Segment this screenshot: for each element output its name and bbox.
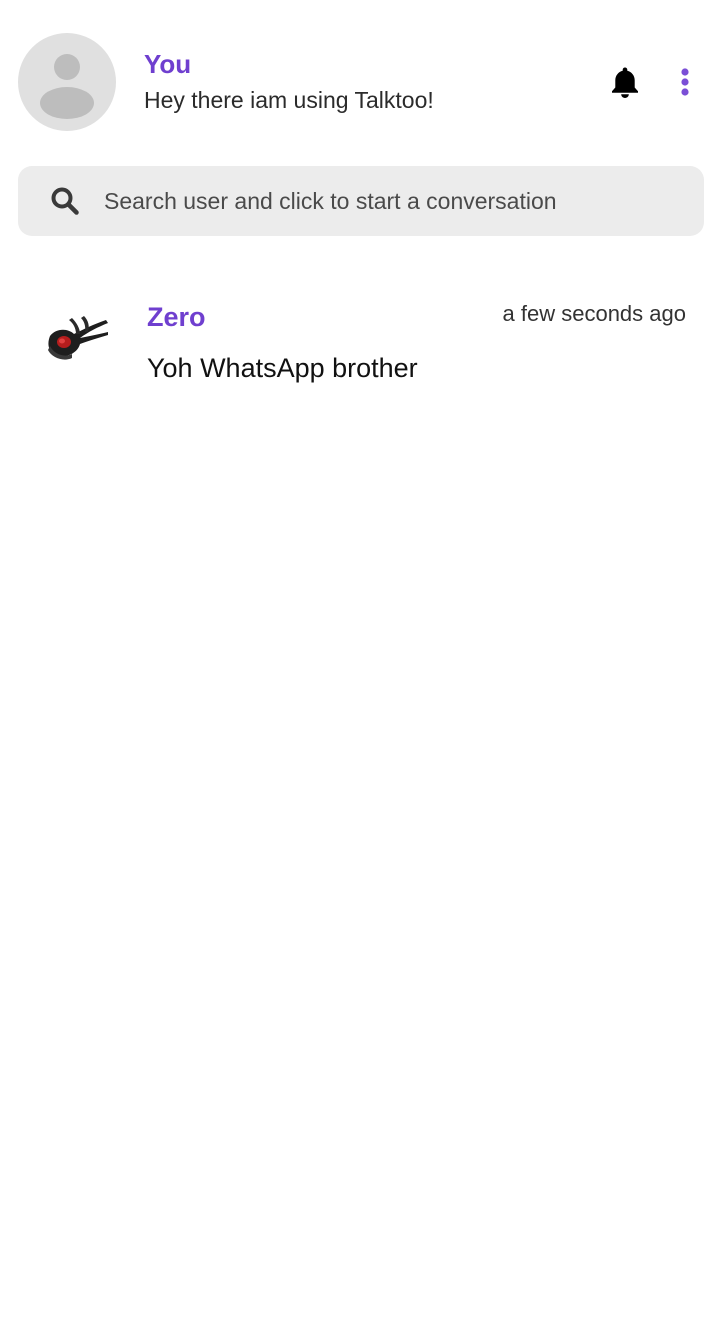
- bell-icon: [612, 67, 638, 98]
- conversation-item-zero[interactable]: Zero a few seconds ago Yoh WhatsApp brot…: [0, 270, 720, 410]
- profile-status: Hey there iam using Talktoo!: [144, 87, 434, 113]
- profile-name: You: [144, 49, 192, 79]
- search-icon: [51, 187, 79, 215]
- contact-photo-avatar: [28, 292, 124, 388]
- search-input[interactable]: [104, 180, 684, 222]
- chat-home-screen: You Hey there iam using Talktoo! Search …: [0, 0, 720, 1344]
- more-options-button[interactable]: [668, 60, 702, 104]
- last-message-preview: Yoh WhatsApp brother: [147, 353, 418, 383]
- default-user-avatar-icon: [40, 54, 94, 119]
- contact-avatar[interactable]: [28, 292, 124, 388]
- notifications-button[interactable]: [603, 60, 647, 104]
- more-vertical-icon: [681, 68, 689, 96]
- message-timestamp: a few seconds ago: [502, 301, 686, 326]
- contact-name: Zero: [147, 302, 206, 332]
- conversation-list: Zero a few seconds ago Yoh WhatsApp brot…: [0, 270, 720, 410]
- profile-avatar[interactable]: [18, 33, 116, 131]
- search-bar[interactable]: [18, 166, 704, 236]
